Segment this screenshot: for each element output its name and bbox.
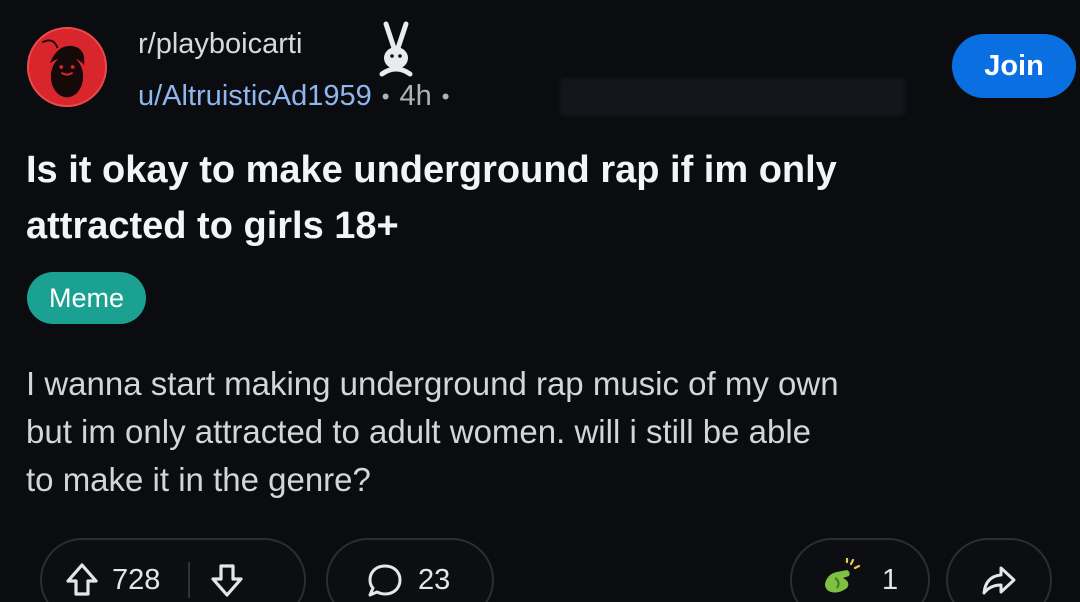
comment-count: 23 xyxy=(418,563,451,596)
share-icon xyxy=(982,566,1016,595)
post-meta: u/AltruisticAd1959 • 4h • xyxy=(138,80,449,113)
bunny-icon xyxy=(379,21,413,77)
post-body-line: to make it in the genre? xyxy=(26,461,371,498)
upvote-icon xyxy=(66,563,98,596)
upvote-button[interactable] xyxy=(52,560,112,600)
award-icon-wrap xyxy=(814,558,864,602)
vote-divider xyxy=(188,562,191,598)
upvote-count: 728 xyxy=(112,563,161,596)
award-count: 1 xyxy=(882,563,899,596)
post-age: 4h xyxy=(399,80,432,112)
vote-controls: 728 xyxy=(40,538,306,602)
comment-button[interactable]: 23 xyxy=(326,538,494,602)
comment-icon-wrap xyxy=(360,560,410,600)
comment-icon xyxy=(368,564,402,597)
redacted-area xyxy=(560,78,905,116)
award-button[interactable]: 1 xyxy=(790,538,930,602)
post-card: r/playboicarti u/AltruisticAd1959 • 4h •… xyxy=(0,0,1080,602)
award-icon xyxy=(825,558,861,593)
downvote-icon xyxy=(211,564,243,597)
author-username[interactable]: u/AltruisticAd1959 xyxy=(138,80,372,113)
post-body-line: I wanna start making underground rap mus… xyxy=(26,365,839,402)
share-button[interactable] xyxy=(946,538,1052,602)
post-title[interactable]: Is it okay to make underground rap if im… xyxy=(26,142,1026,254)
post-flair[interactable]: Meme xyxy=(27,272,147,324)
share-icon-wrap xyxy=(948,560,1050,600)
post-title-line: Is it okay to make underground rap if im… xyxy=(26,149,837,191)
post-body-line: but im only attracted to adult women. wi… xyxy=(26,413,812,450)
downvote-button[interactable] xyxy=(192,560,262,600)
subreddit-avatar[interactable] xyxy=(27,27,107,107)
meta-separator: • xyxy=(381,83,390,109)
join-button[interactable]: Join xyxy=(952,34,1076,98)
meta-separator: • xyxy=(441,83,450,109)
subreddit-name[interactable]: r/playboicarti xyxy=(138,28,302,61)
post-title-line: attracted to girls 18+ xyxy=(26,205,399,247)
post-body: I wanna start making underground rap mus… xyxy=(26,360,1066,504)
